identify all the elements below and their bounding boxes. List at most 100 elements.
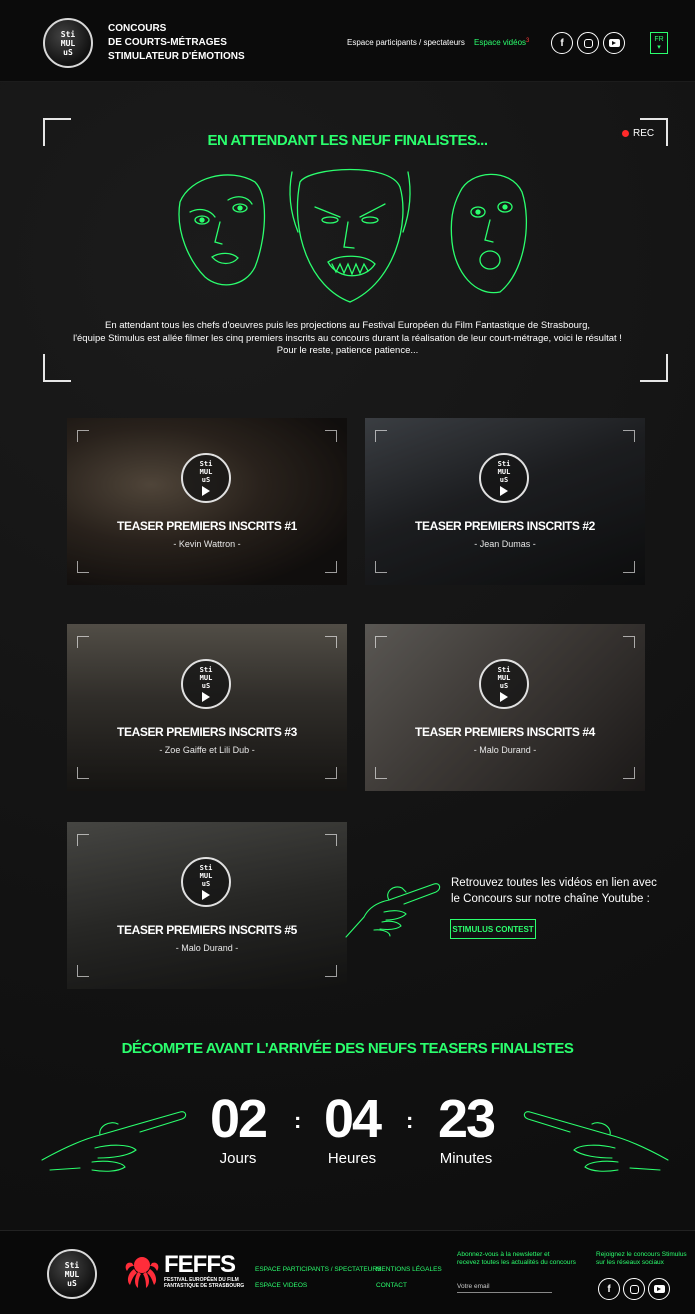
video-author: - Zoe Gaiffe et Lili Dub - — [159, 745, 255, 755]
facebook-icon[interactable]: f — [598, 1278, 620, 1300]
site-header: Sti MUL uS CONCOURS DE COURTS-MÉTRAGES S… — [0, 0, 695, 82]
facebook-icon[interactable]: f — [551, 32, 573, 54]
frame-mark — [623, 561, 635, 573]
countdown-minutes-label: Minutes — [439, 1150, 493, 1167]
play-icon — [202, 692, 210, 702]
play-button[interactable]: Sti MUL uS — [479, 453, 529, 503]
brand-title: CONCOURS DE COURTS-MÉTRAGES STIMULATEUR … — [108, 22, 245, 64]
logo-line-1: Sti — [60, 29, 76, 39]
video-title: TEASER PREMIERS INSCRITS #5 — [117, 923, 297, 937]
hero-title: EN ATTENDANT LES NEUF FINALISTES... — [207, 132, 488, 149]
play-button[interactable]: Sti MUL uS — [479, 659, 529, 709]
footer-link-participants[interactable]: ESPACE PARTICIPANTS / SPECTATEURS — [255, 1266, 381, 1273]
play-button[interactable]: Sti MUL uS — [181, 857, 231, 907]
logo-line-2: MUL — [199, 872, 213, 880]
video-title: TEASER PREMIERS INSCRITS #4 — [415, 725, 595, 739]
angry-faces-illustration — [178, 168, 528, 303]
countdown-days-label: Jours — [219, 1150, 257, 1167]
countdown-separator: : — [294, 1108, 302, 1133]
brand-line-1: CONCOURS — [108, 23, 167, 34]
frame-mark — [325, 430, 337, 442]
video-title: TEASER PREMIERS INSCRITS #2 — [415, 519, 595, 533]
frame-mark — [325, 965, 337, 977]
nav-participants-link[interactable]: Espace participants / spectateurs — [347, 38, 465, 47]
video-author: - Malo Durand - — [175, 943, 239, 953]
brand-line-2: DE COURTS-MÉTRAGES — [108, 37, 227, 48]
newsletter-line-1: Abonnez-vous à la newsletter et — [457, 1251, 550, 1258]
play-icon — [202, 486, 210, 496]
newsletter-email-input[interactable]: Votre email — [457, 1283, 552, 1293]
play-button[interactable]: Sti MUL uS — [181, 659, 231, 709]
footer-link-contact[interactable]: CONTACT — [376, 1282, 407, 1289]
pointing-hand-left-icon — [41, 1111, 187, 1172]
rec-dot-icon — [622, 130, 629, 137]
logo-line-3: uS — [67, 1278, 77, 1288]
youtube-cta-text: Retrouvez toutes les vidéos en lien avec… — [451, 877, 657, 905]
hero-description: En attendant tous les chefs d'oeuvres pu… — [60, 320, 635, 358]
feffs-sub-2: FANTASTIQUE DE STRASBOURG — [164, 1283, 245, 1289]
instagram-icon[interactable] — [577, 32, 599, 54]
logo-line-1: Sti — [199, 460, 213, 468]
frame-mark — [77, 561, 89, 573]
logo-line-1: Sti — [497, 666, 511, 674]
social-note-line-1: Rejoignez le concours Stimulus — [596, 1251, 687, 1258]
stimulus-contest-button[interactable]: STIMULUS CONTEST — [450, 919, 536, 939]
nav-videos-badge: 3 — [526, 38, 530, 44]
stimulus-logo[interactable]: Sti MUL uS — [43, 18, 93, 68]
language-code: FR — [654, 36, 664, 43]
footer-link-legal[interactable]: MENTIONS LÉGALES — [376, 1266, 442, 1273]
octopus-icon — [125, 1257, 159, 1288]
frame-mark — [375, 561, 387, 573]
logo-line-2: MUL — [497, 674, 511, 682]
brand-line-3: STIMULATEUR D'ÉMOTIONS — [108, 51, 245, 62]
video-card-4[interactable]: Sti MUL uS TEASER PREMIERS INSCRITS #4 - M… — [365, 624, 645, 791]
language-selector[interactable]: FR ▾ — [650, 32, 668, 54]
frame-mark — [623, 430, 635, 442]
play-icon — [500, 486, 508, 496]
chevron-down-icon: ▾ — [657, 44, 661, 51]
play-icon — [202, 890, 210, 900]
logo-line-1: Sti — [199, 666, 213, 674]
video-card-1[interactable]: Sti MUL uS TEASER PREMIERS INSCRITS #1 - K… — [67, 418, 347, 585]
youtube-icon[interactable] — [603, 32, 625, 54]
video-card-5[interactable]: Sti MUL uS TEASER PREMIERS INSCRITS #5 - M… — [67, 822, 347, 989]
rec-indicator: REC — [622, 128, 654, 139]
countdown-hours-label: Heures — [327, 1150, 377, 1167]
logo-line-3: uS — [201, 682, 211, 690]
frame-mark — [77, 834, 89, 846]
logo-line-3: uS — [499, 682, 509, 690]
countdown-hours-value: 04 — [323, 1089, 382, 1149]
frame-mark — [325, 834, 337, 846]
feffs-name: FEFFS — [164, 1251, 236, 1278]
logo-line-3: uS — [63, 47, 73, 57]
nav-videos-label: Espace vidéos — [474, 38, 527, 47]
newsletter-text: Abonnez-vous à la newsletter et recevez … — [457, 1251, 576, 1267]
feffs-wordmark: FEFFS FESTIVAL EUROPÉEN DU FILM FANTASTI… — [164, 1251, 245, 1290]
countdown-days-value: 02 — [209, 1089, 268, 1149]
instagram-icon[interactable] — [623, 1278, 645, 1300]
frame-corner-bl — [43, 354, 71, 382]
hero-text-line-3: Pour le reste, patience patience... — [276, 345, 419, 356]
logo-line-3: uS — [201, 880, 211, 888]
frame-mark — [325, 561, 337, 573]
rec-label: REC — [633, 128, 655, 139]
feffs-logo[interactable]: FEFFS FESTIVAL EUROPÉEN DU FILM FANTASTI… — [124, 1253, 244, 1289]
logo-line-1: Sti — [64, 1260, 80, 1270]
frame-corner-br — [640, 354, 668, 382]
youtube-icon[interactable] — [648, 1278, 670, 1300]
frame-mark — [77, 636, 89, 648]
pointing-hand-icon — [345, 883, 441, 938]
hero-text-line-2: l'équipe Stimulus est allée filmer les c… — [73, 332, 622, 344]
stimulus-logo[interactable]: Sti MUL uS — [47, 1249, 97, 1299]
logo-line-2: MUL — [60, 38, 76, 48]
nav-videos-link[interactable]: Espace vidéos3 — [474, 38, 529, 47]
social-note-line-2: sur les réseaux sociaux — [596, 1259, 664, 1266]
play-button[interactable]: Sti MUL uS — [181, 453, 231, 503]
video-card-2[interactable]: Sti MUL uS TEASER PREMIERS INSCRITS #2 - J… — [365, 418, 645, 585]
video-author: - Jean Dumas - — [474, 539, 536, 549]
video-card-3[interactable]: Sti MUL uS TEASER PREMIERS INSCRITS #3 - Z… — [67, 624, 347, 791]
frame-mark — [325, 636, 337, 648]
frame-mark — [77, 965, 89, 977]
footer-link-videos[interactable]: ESPACE VIDEOS — [255, 1282, 307, 1289]
logo-line-1: Sti — [497, 460, 511, 468]
